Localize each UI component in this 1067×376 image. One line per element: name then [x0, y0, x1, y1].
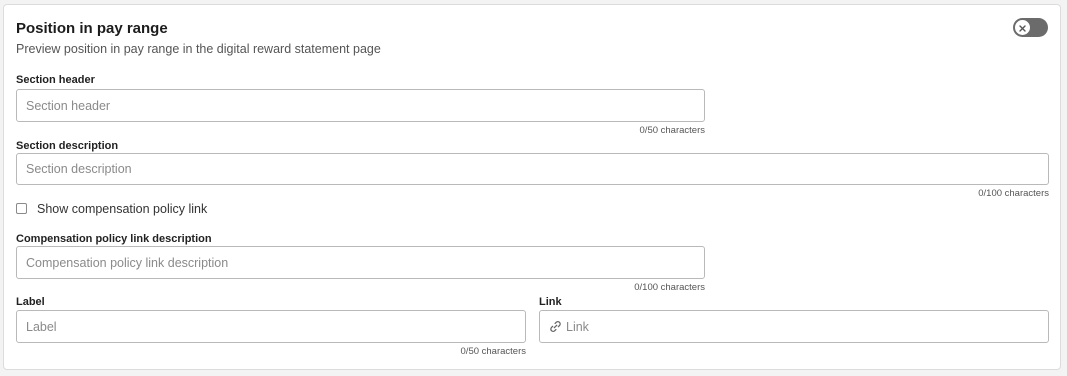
pay-range-settings-card: Position in pay range Preview position i… [3, 4, 1061, 370]
link-url-input[interactable] [562, 311, 1048, 342]
section-header-counter: 0/50 characters [639, 125, 705, 136]
enable-toggle[interactable] [1013, 18, 1048, 37]
close-icon [1019, 19, 1026, 37]
section-subtitle: Preview position in pay range in the dig… [16, 42, 381, 56]
policy-link-description-label: Compensation policy link description [16, 233, 212, 245]
show-policy-link-label[interactable]: Show compensation policy link [37, 202, 207, 216]
policy-link-description-counter: 0/100 characters [634, 282, 705, 293]
section-header-field[interactable] [16, 89, 705, 122]
show-policy-link-checkbox[interactable] [16, 203, 27, 214]
policy-link-description-field[interactable] [16, 246, 705, 279]
section-title: Position in pay range [16, 20, 168, 37]
section-header-label: Section header [16, 74, 95, 86]
section-header-input[interactable] [17, 90, 704, 121]
link-url-label: Link [539, 296, 562, 308]
link-label-counter: 0/50 characters [460, 346, 526, 357]
link-label-input[interactable] [17, 311, 525, 342]
section-description-label: Section description [16, 140, 119, 152]
link-icon [549, 320, 562, 333]
policy-link-description-input[interactable] [17, 247, 704, 278]
link-label-label: Label [16, 296, 45, 308]
section-description-input[interactable] [17, 154, 1048, 184]
section-description-counter: 0/100 characters [978, 188, 1049, 199]
link-label-field[interactable] [16, 310, 526, 343]
link-url-field[interactable] [539, 310, 1049, 343]
section-description-field[interactable] [16, 153, 1049, 185]
toggle-knob [1015, 20, 1030, 35]
